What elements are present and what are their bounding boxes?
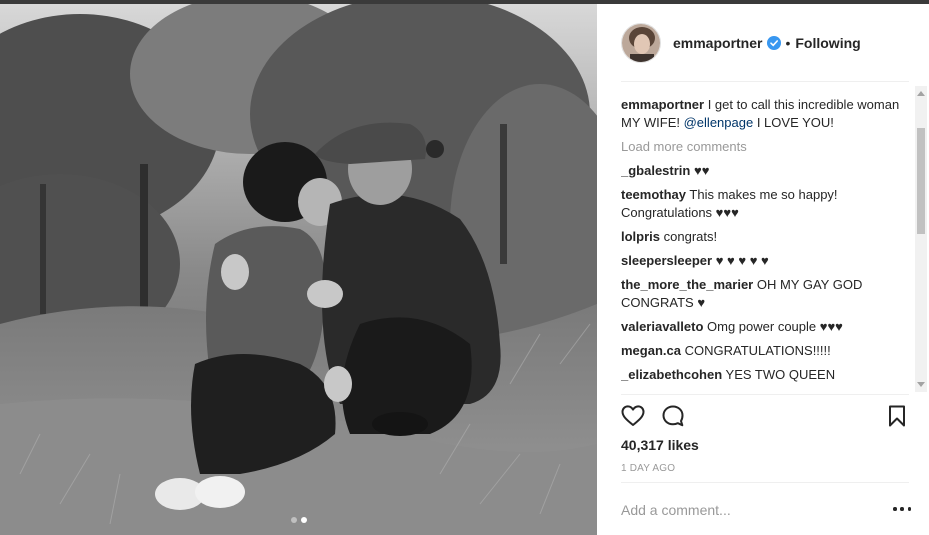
scroll-down-arrow-icon[interactable] xyxy=(917,382,925,387)
carousel-dot-1[interactable] xyxy=(290,517,297,523)
verified-badge-icon xyxy=(767,36,782,50)
load-more-comments-link[interactable]: Load more comments xyxy=(621,138,913,156)
couple-photo-image xyxy=(0,4,597,535)
post-side-panel: emmaportner • Following emmaportner I ge… xyxy=(597,4,929,535)
likes-count[interactable]: 40,317 likes xyxy=(621,437,699,453)
comment-username[interactable]: sleepersleeper xyxy=(621,253,712,268)
comment-text: Omg power couple ♥♥♥ xyxy=(707,319,843,334)
comments-scrollbar[interactable] xyxy=(915,86,927,392)
post-author-username[interactable]: emmaportner xyxy=(673,35,762,51)
more-options-dot xyxy=(900,507,904,511)
comment-text: CONGRATULATIONS!!!!! xyxy=(684,343,831,358)
caption-text-2: I LOVE YOU! xyxy=(756,115,834,130)
comment-username[interactable]: _gbalestrin xyxy=(621,163,690,178)
comment-username[interactable]: valeriavalleto xyxy=(621,319,703,334)
list-item: teemothay This makes me so happy! Congra… xyxy=(621,186,913,222)
post-photo[interactable] xyxy=(0,4,597,535)
following-button[interactable]: Following xyxy=(795,35,860,51)
comment-username[interactable]: the_more_the_marier xyxy=(621,277,753,292)
more-options-icon[interactable] xyxy=(893,502,911,516)
comment-text: congrats! xyxy=(663,229,718,244)
carousel-dot-2[interactable] xyxy=(300,517,307,523)
list-item: megan.ca CONGRATULATIONS!!!!! xyxy=(621,342,913,360)
list-item: the_more_the_marier OH MY GAY GOD CONGRA… xyxy=(621,276,913,312)
comment-username[interactable]: _elizabethcohen xyxy=(621,367,722,382)
comment-divider xyxy=(621,482,909,483)
more-options-dot xyxy=(907,507,911,511)
header-separator: • xyxy=(785,35,791,51)
list-item: _elizabethcohen YES TWO QUEEN xyxy=(621,366,913,384)
comment-username[interactable]: lolpris xyxy=(621,229,660,244)
more-options-dot xyxy=(893,507,897,511)
header-divider xyxy=(621,81,909,82)
post-caption: emmaportner I get to call this incredibl… xyxy=(621,96,913,132)
caption-username[interactable]: emmaportner xyxy=(621,97,704,112)
comment-text: YES TWO QUEEN xyxy=(725,367,836,382)
post-actions xyxy=(621,404,913,428)
comments-list: emmaportner I get to call this incredibl… xyxy=(621,96,913,391)
list-item: sleepersleeper ♥ ♥ ♥ ♥ ♥ xyxy=(621,252,913,270)
heart-icon[interactable] xyxy=(621,404,645,428)
comment-username[interactable]: teemothay xyxy=(621,187,686,202)
scroll-up-arrow-icon[interactable] xyxy=(917,91,925,96)
add-comment-input[interactable] xyxy=(621,500,871,520)
bookmark-icon[interactable] xyxy=(885,404,909,428)
list-item: _gbalestrin ♥♥ xyxy=(621,162,913,180)
post-timestamp: 1 DAY AGO xyxy=(621,463,676,474)
avatar[interactable] xyxy=(621,23,661,63)
comment-username[interactable]: megan.ca xyxy=(621,343,681,358)
list-item: valeriavalleto Omg power couple ♥♥♥ xyxy=(621,318,913,336)
comment-bubble-icon[interactable] xyxy=(661,404,685,428)
post-header: emmaportner • Following xyxy=(621,23,909,63)
comment-text: ♥♥ xyxy=(693,163,710,178)
comment-text: ♥ ♥ ♥ ♥ ♥ xyxy=(715,253,769,268)
list-item: lolpris congrats! xyxy=(621,228,913,246)
carousel-indicator xyxy=(0,517,597,523)
actions-divider xyxy=(621,394,909,395)
caption-mention-link[interactable]: @ellenpage xyxy=(684,115,754,130)
scrollbar-thumb[interactable] xyxy=(917,128,925,234)
